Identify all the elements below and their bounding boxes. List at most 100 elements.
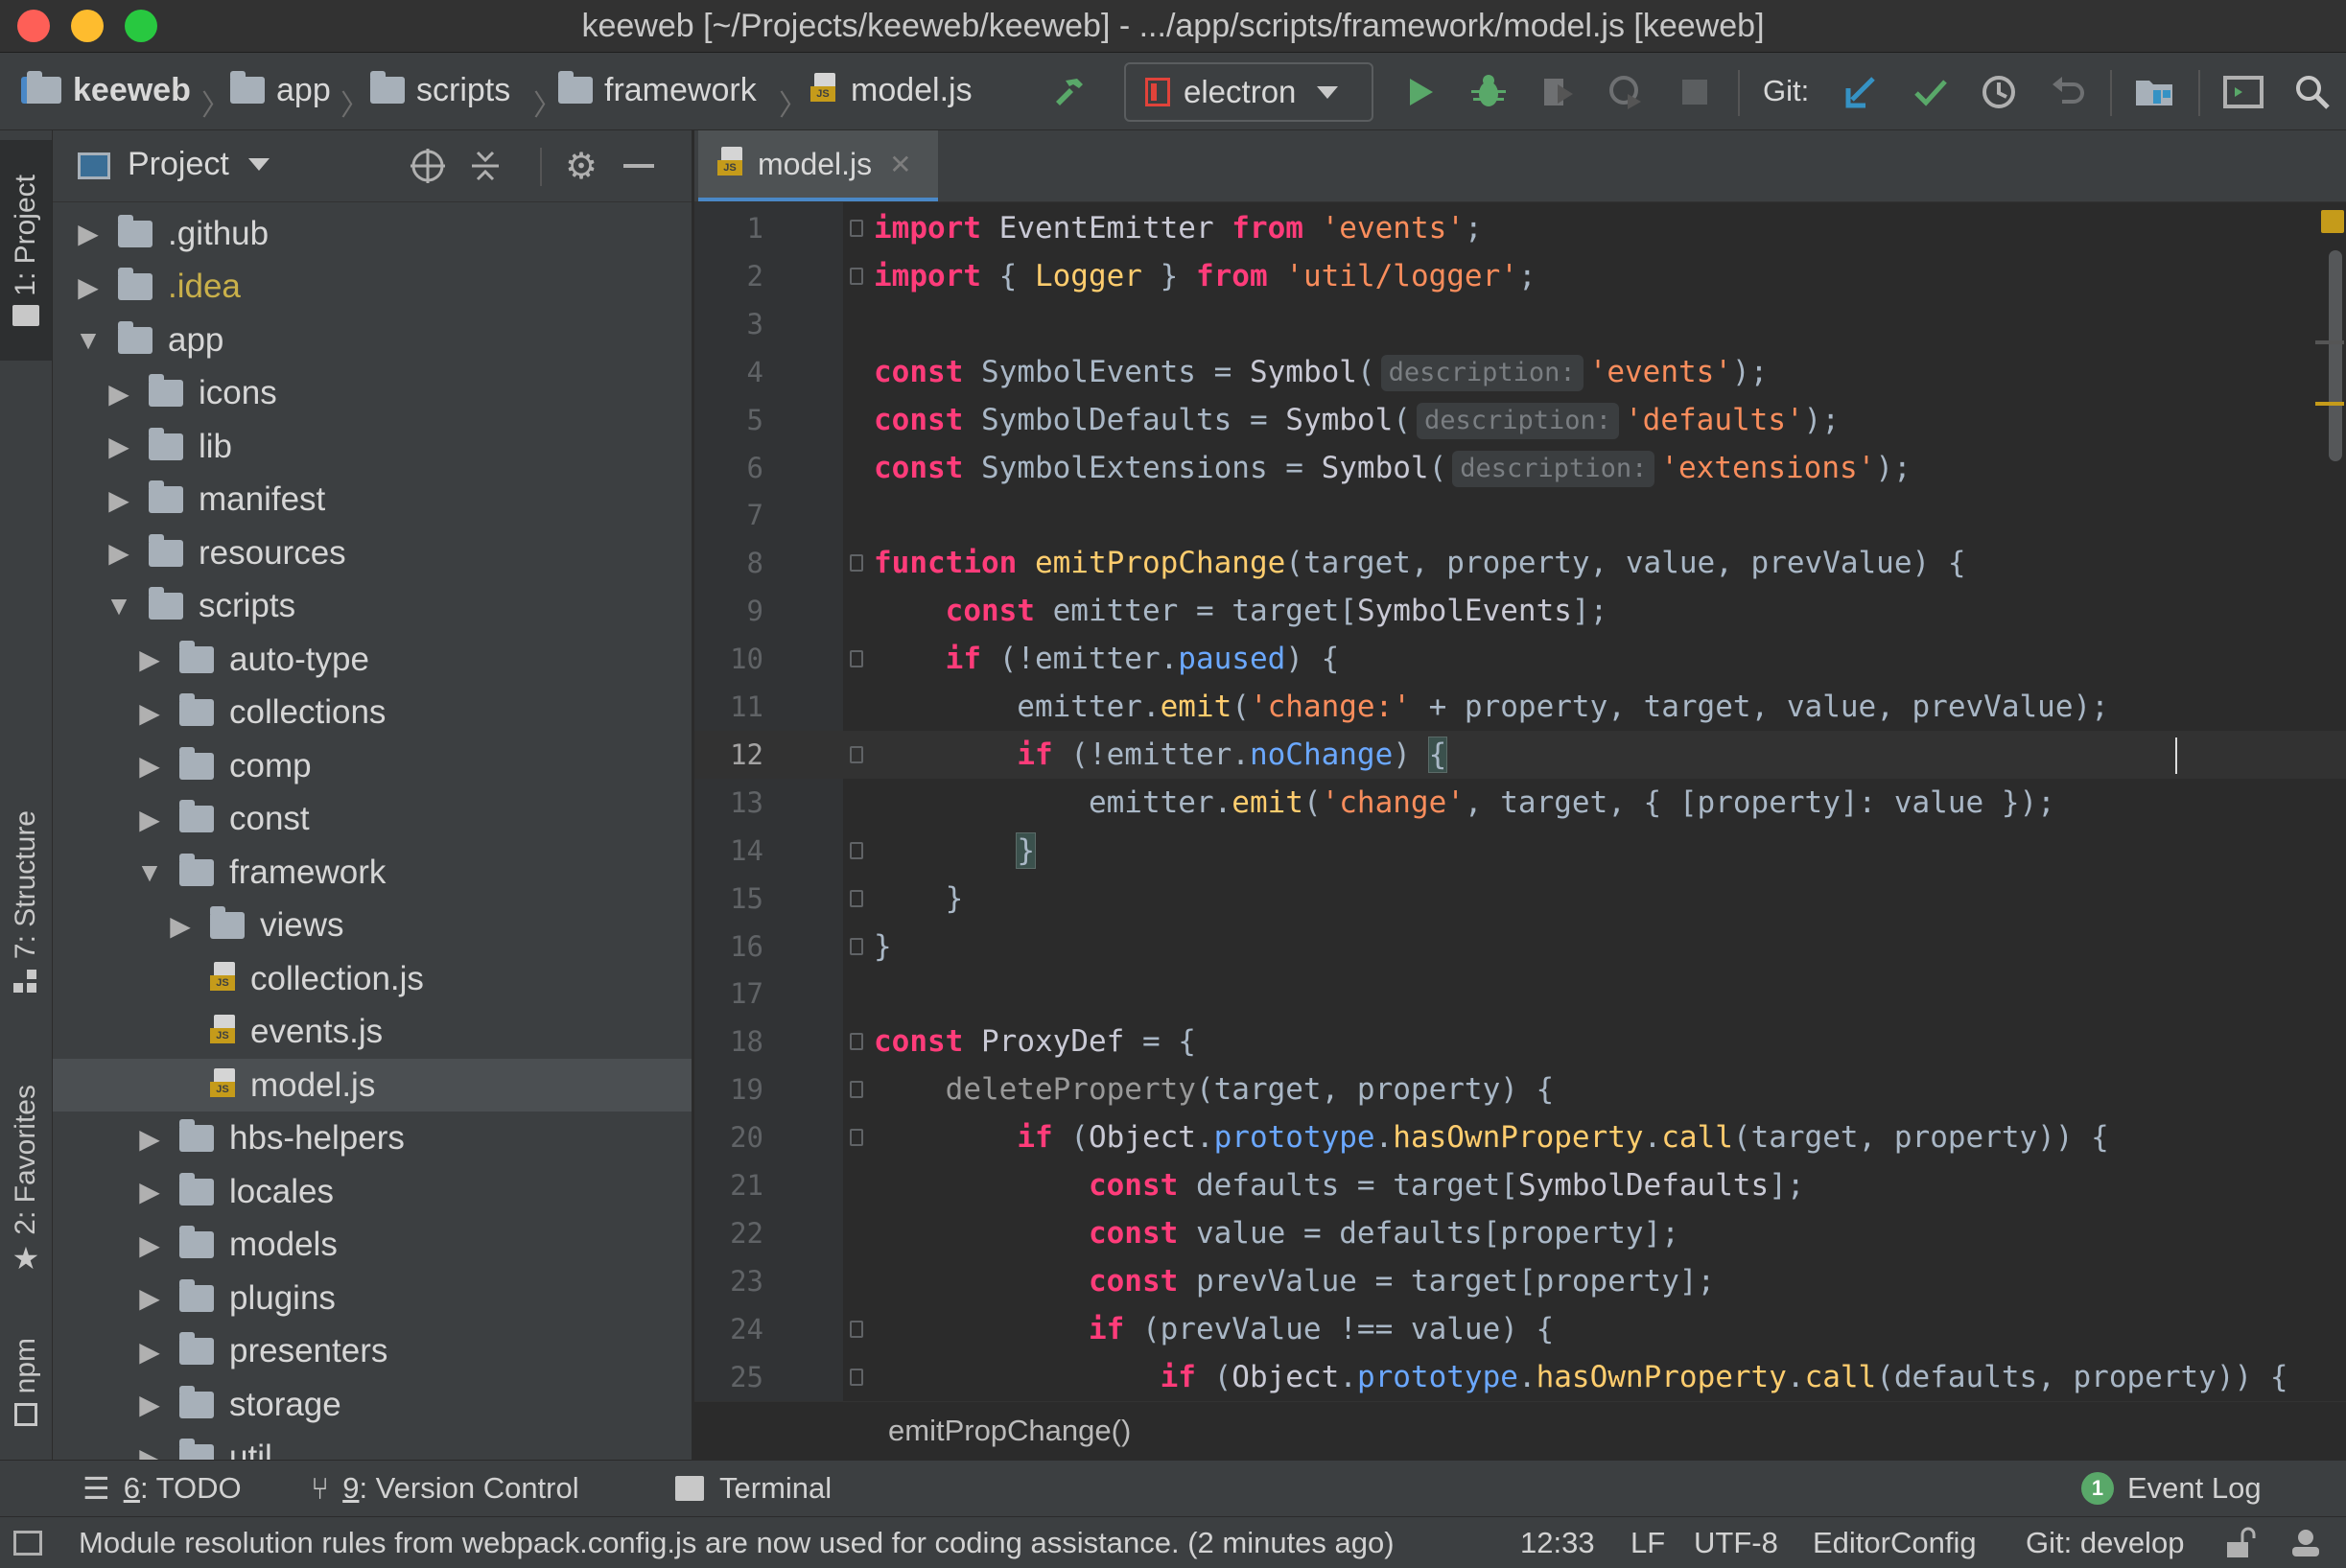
- toggle-tool-windows-icon[interactable]: [13, 1531, 42, 1556]
- line-number[interactable]: 19: [694, 1065, 763, 1113]
- git-update-icon[interactable]: [1842, 72, 1882, 112]
- fold-marker-icon[interactable]: [850, 1081, 863, 1099]
- tree-folder-item[interactable]: ▶ hbs-helpers: [53, 1112, 692, 1165]
- fold-marker-icon[interactable]: [850, 267, 863, 285]
- code-line[interactable]: 4 const SymbolEvents = Symbol(description…: [694, 348, 2346, 396]
- gear-icon[interactable]: ⚙: [561, 146, 601, 187]
- line-number[interactable]: 20: [694, 1113, 763, 1161]
- code-line[interactable]: 1 import EventEmitter from 'events';: [694, 204, 2346, 252]
- code-line[interactable]: 17: [694, 970, 2346, 1018]
- tree-folder-item[interactable]: ▶ plugins: [53, 1272, 692, 1324]
- collapsed-arrow-icon[interactable]: ▶: [133, 697, 166, 729]
- collapsed-arrow-icon[interactable]: ▶: [72, 218, 105, 249]
- project-view-selector[interactable]: Project: [128, 146, 270, 183]
- line-number[interactable]: 5: [694, 396, 763, 444]
- tree-folder-item[interactable]: ▶ models: [53, 1219, 692, 1272]
- project-structure-icon[interactable]: [2134, 72, 2174, 112]
- line-number[interactable]: 3: [694, 300, 763, 348]
- line-number[interactable]: 8: [694, 539, 763, 587]
- line-number[interactable]: 25: [694, 1353, 763, 1401]
- code-line[interactable]: 16}: [694, 923, 2346, 971]
- code-editor[interactable]: 1 import EventEmitter from 'events'; 2 impo…: [694, 202, 2346, 1401]
- tool-tab-version-control[interactable]: ⑂ 9: Version Control: [311, 1468, 579, 1509]
- collapsed-arrow-icon[interactable]: ▶: [133, 750, 166, 782]
- line-number[interactable]: 16: [694, 923, 763, 971]
- tree-folder-item[interactable]: ▶ auto-type: [53, 633, 692, 686]
- tool-tab-structure[interactable]: 7: Structure: [0, 792, 52, 1013]
- line-number[interactable]: 11: [694, 683, 763, 731]
- code-line[interactable]: 3: [694, 300, 2346, 348]
- line-number[interactable]: 7: [694, 491, 763, 539]
- collapsed-arrow-icon[interactable]: ▶: [72, 271, 105, 303]
- tree-folder-item[interactable]: ▼ scripts: [53, 580, 692, 633]
- collapsed-arrow-icon[interactable]: ▶: [133, 1442, 166, 1461]
- coverage-icon[interactable]: [1537, 72, 1578, 112]
- line-number[interactable]: 12: [694, 731, 763, 779]
- collapse-all-icon[interactable]: [465, 146, 505, 186]
- git-branch[interactable]: Git: develop: [2026, 1525, 2184, 1561]
- expanded-arrow-icon[interactable]: ▼: [133, 857, 166, 888]
- run-icon[interactable]: [1400, 72, 1441, 112]
- code-line[interactable]: 14 }: [694, 827, 2346, 875]
- line-number[interactable]: 10: [694, 635, 763, 683]
- tree-folder-item[interactable]: ▶ comp: [53, 739, 692, 792]
- tree-folder-item[interactable]: ▶ lib: [53, 420, 692, 473]
- expanded-arrow-icon[interactable]: ▼: [103, 591, 135, 621]
- tool-tab-favorites[interactable]: 2: Favorites ★: [0, 1051, 52, 1310]
- tree-folder-item[interactable]: ▶ manifest: [53, 474, 692, 527]
- collapsed-arrow-icon[interactable]: ▶: [133, 804, 166, 835]
- code-line[interactable]: 6 const SymbolExtensions = Symbol(descrip…: [694, 444, 2346, 492]
- tree-folder-item[interactable]: ▶ locales: [53, 1165, 692, 1218]
- editor-scrollbar[interactable]: [2310, 202, 2346, 1401]
- code-line[interactable]: 9 const emitter = target[SymbolEvents];: [694, 587, 2346, 635]
- tree-folder-item[interactable]: ▼ app: [53, 314, 692, 366]
- fold-marker-icon[interactable]: [850, 1368, 863, 1386]
- code-style[interactable]: EditorConfig: [1813, 1525, 1977, 1561]
- editor-breadcrumb-function[interactable]: emitPropChange(): [888, 1414, 1131, 1448]
- scroll-thumb[interactable]: [2329, 250, 2342, 461]
- collapsed-arrow-icon[interactable]: ▶: [133, 1176, 166, 1207]
- git-history-icon[interactable]: [1979, 72, 2019, 112]
- editor-tab-model-js[interactable]: JS model.js ✕: [698, 130, 938, 201]
- line-number[interactable]: 4: [694, 348, 763, 396]
- collapsed-arrow-icon[interactable]: ▶: [103, 484, 135, 516]
- collapsed-arrow-icon[interactable]: ▶: [133, 644, 166, 675]
- tree-folder-item[interactable]: ▶ const: [53, 793, 692, 846]
- fold-marker-icon[interactable]: [850, 554, 863, 573]
- lock-icon[interactable]: [2223, 1525, 2256, 1561]
- collapsed-arrow-icon[interactable]: ▶: [103, 537, 135, 569]
- tree-file-item[interactable]: JS collection.js: [53, 952, 692, 1005]
- tree-file-item[interactable]: JS events.js: [53, 1006, 692, 1059]
- tree-folder-item[interactable]: ▼ framework: [53, 846, 692, 899]
- hide-panel-icon[interactable]: [619, 146, 659, 186]
- code-line[interactable]: 22 const value = defaults[property];: [694, 1209, 2346, 1257]
- code-line[interactable]: 5 const SymbolDefaults = Symbol(descripti…: [694, 396, 2346, 444]
- tool-tab-event-log[interactable]: 1 Event Log: [2081, 1468, 2262, 1509]
- tool-tab-terminal[interactable]: Terminal: [675, 1468, 832, 1509]
- terminal-window-icon[interactable]: [2223, 72, 2264, 112]
- breadcrumb-project[interactable]: keeweb: [21, 69, 191, 111]
- breadcrumb-file[interactable]: JS model.js: [810, 69, 973, 111]
- code-line[interactable]: 13 emitter.emit('change', target, { [pro…: [694, 779, 2346, 827]
- breadcrumb-scripts[interactable]: scripts: [370, 69, 510, 111]
- fold-marker-icon[interactable]: [850, 1129, 863, 1147]
- code-line[interactable]: 2 import { Logger } from 'util/logger';: [694, 252, 2346, 300]
- code-line[interactable]: 8 function emitPropChange(target, propert…: [694, 539, 2346, 587]
- line-number[interactable]: 14: [694, 827, 763, 875]
- line-number[interactable]: 18: [694, 1018, 763, 1065]
- inspector-icon[interactable]: [2288, 1525, 2323, 1561]
- tree-file-item[interactable]: JS model.js: [53, 1059, 692, 1112]
- line-separator[interactable]: LF: [1630, 1525, 1665, 1561]
- line-number[interactable]: 22: [694, 1209, 763, 1257]
- fold-marker-icon[interactable]: [850, 889, 863, 907]
- collapsed-arrow-icon[interactable]: ▶: [133, 1229, 166, 1261]
- git-rollback-icon[interactable]: [2048, 72, 2088, 112]
- build-hammer-icon[interactable]: [1049, 72, 1090, 112]
- locate-file-icon[interactable]: [408, 146, 448, 186]
- inspection-warning-icon[interactable]: [2321, 210, 2344, 233]
- collapsed-arrow-icon[interactable]: ▶: [133, 1282, 166, 1314]
- code-line[interactable]: 15 }: [694, 875, 2346, 923]
- code-line[interactable]: 12 if (!emitter.noChange) {: [694, 730, 2346, 779]
- line-number[interactable]: 21: [694, 1161, 763, 1209]
- expanded-arrow-icon[interactable]: ▼: [72, 325, 105, 356]
